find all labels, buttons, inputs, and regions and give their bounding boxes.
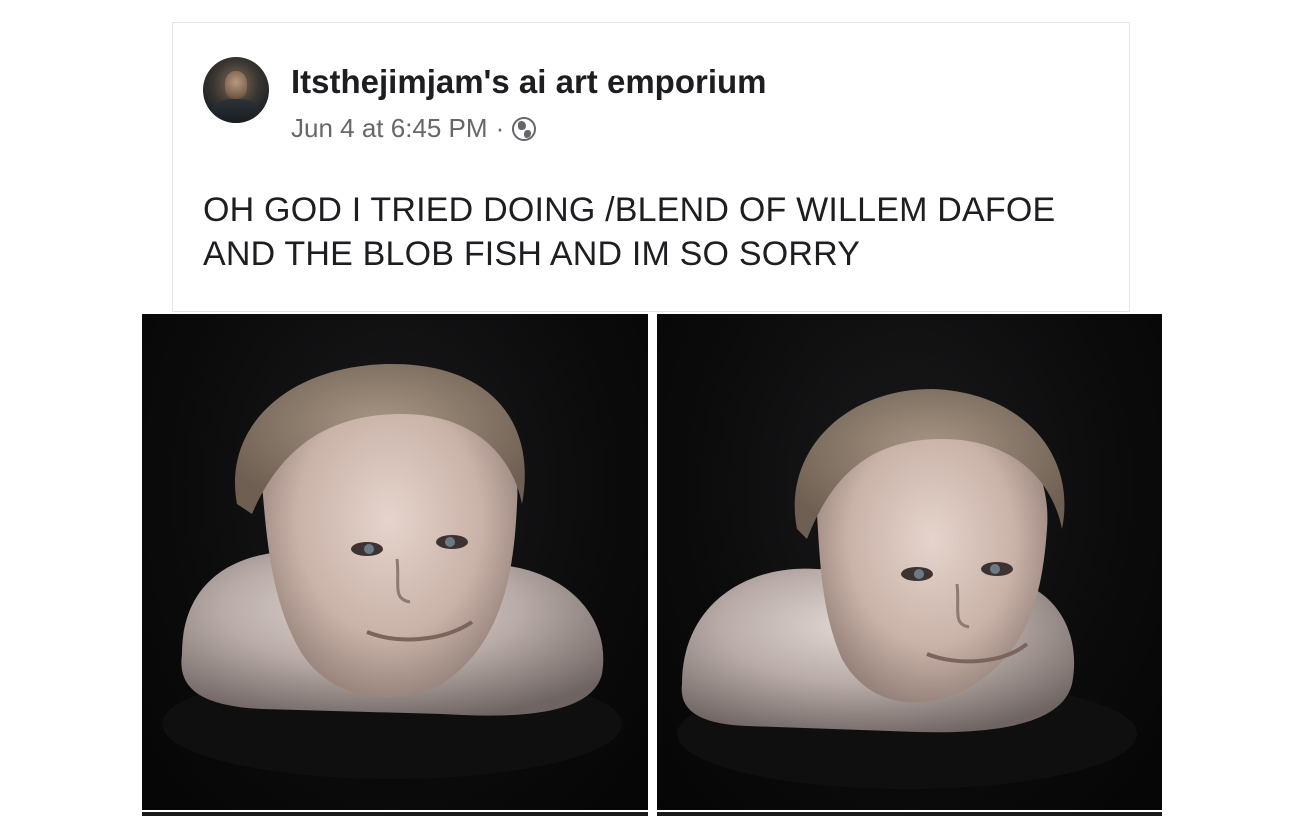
avatar-face [225,71,247,99]
globe-icon[interactable] [512,116,537,141]
blob-figure-right [677,389,1137,789]
photo-divider-left [142,812,648,816]
meta-separator: · [495,113,505,143]
photo-right[interactable] [657,314,1162,810]
post-meta: Jun 4 at 6:45 PM · [291,113,537,144]
photo-left[interactable] [142,314,648,810]
blob-figure-left [162,364,622,779]
post-card: Itsthejimjam's ai art emporium Jun 4 at … [172,22,1130,312]
photo-divider-right [657,812,1162,816]
post-timestamp[interactable]: Jun 4 at 6:45 PM [291,113,488,144]
page-name-link[interactable]: Itsthejimjam's ai art emporium [291,63,767,101]
post-text: OH GOD I TRIED DOING /BLEND OF WILLEM DA… [203,191,1056,273]
avatar-body [213,99,259,123]
avatar[interactable] [203,57,269,123]
